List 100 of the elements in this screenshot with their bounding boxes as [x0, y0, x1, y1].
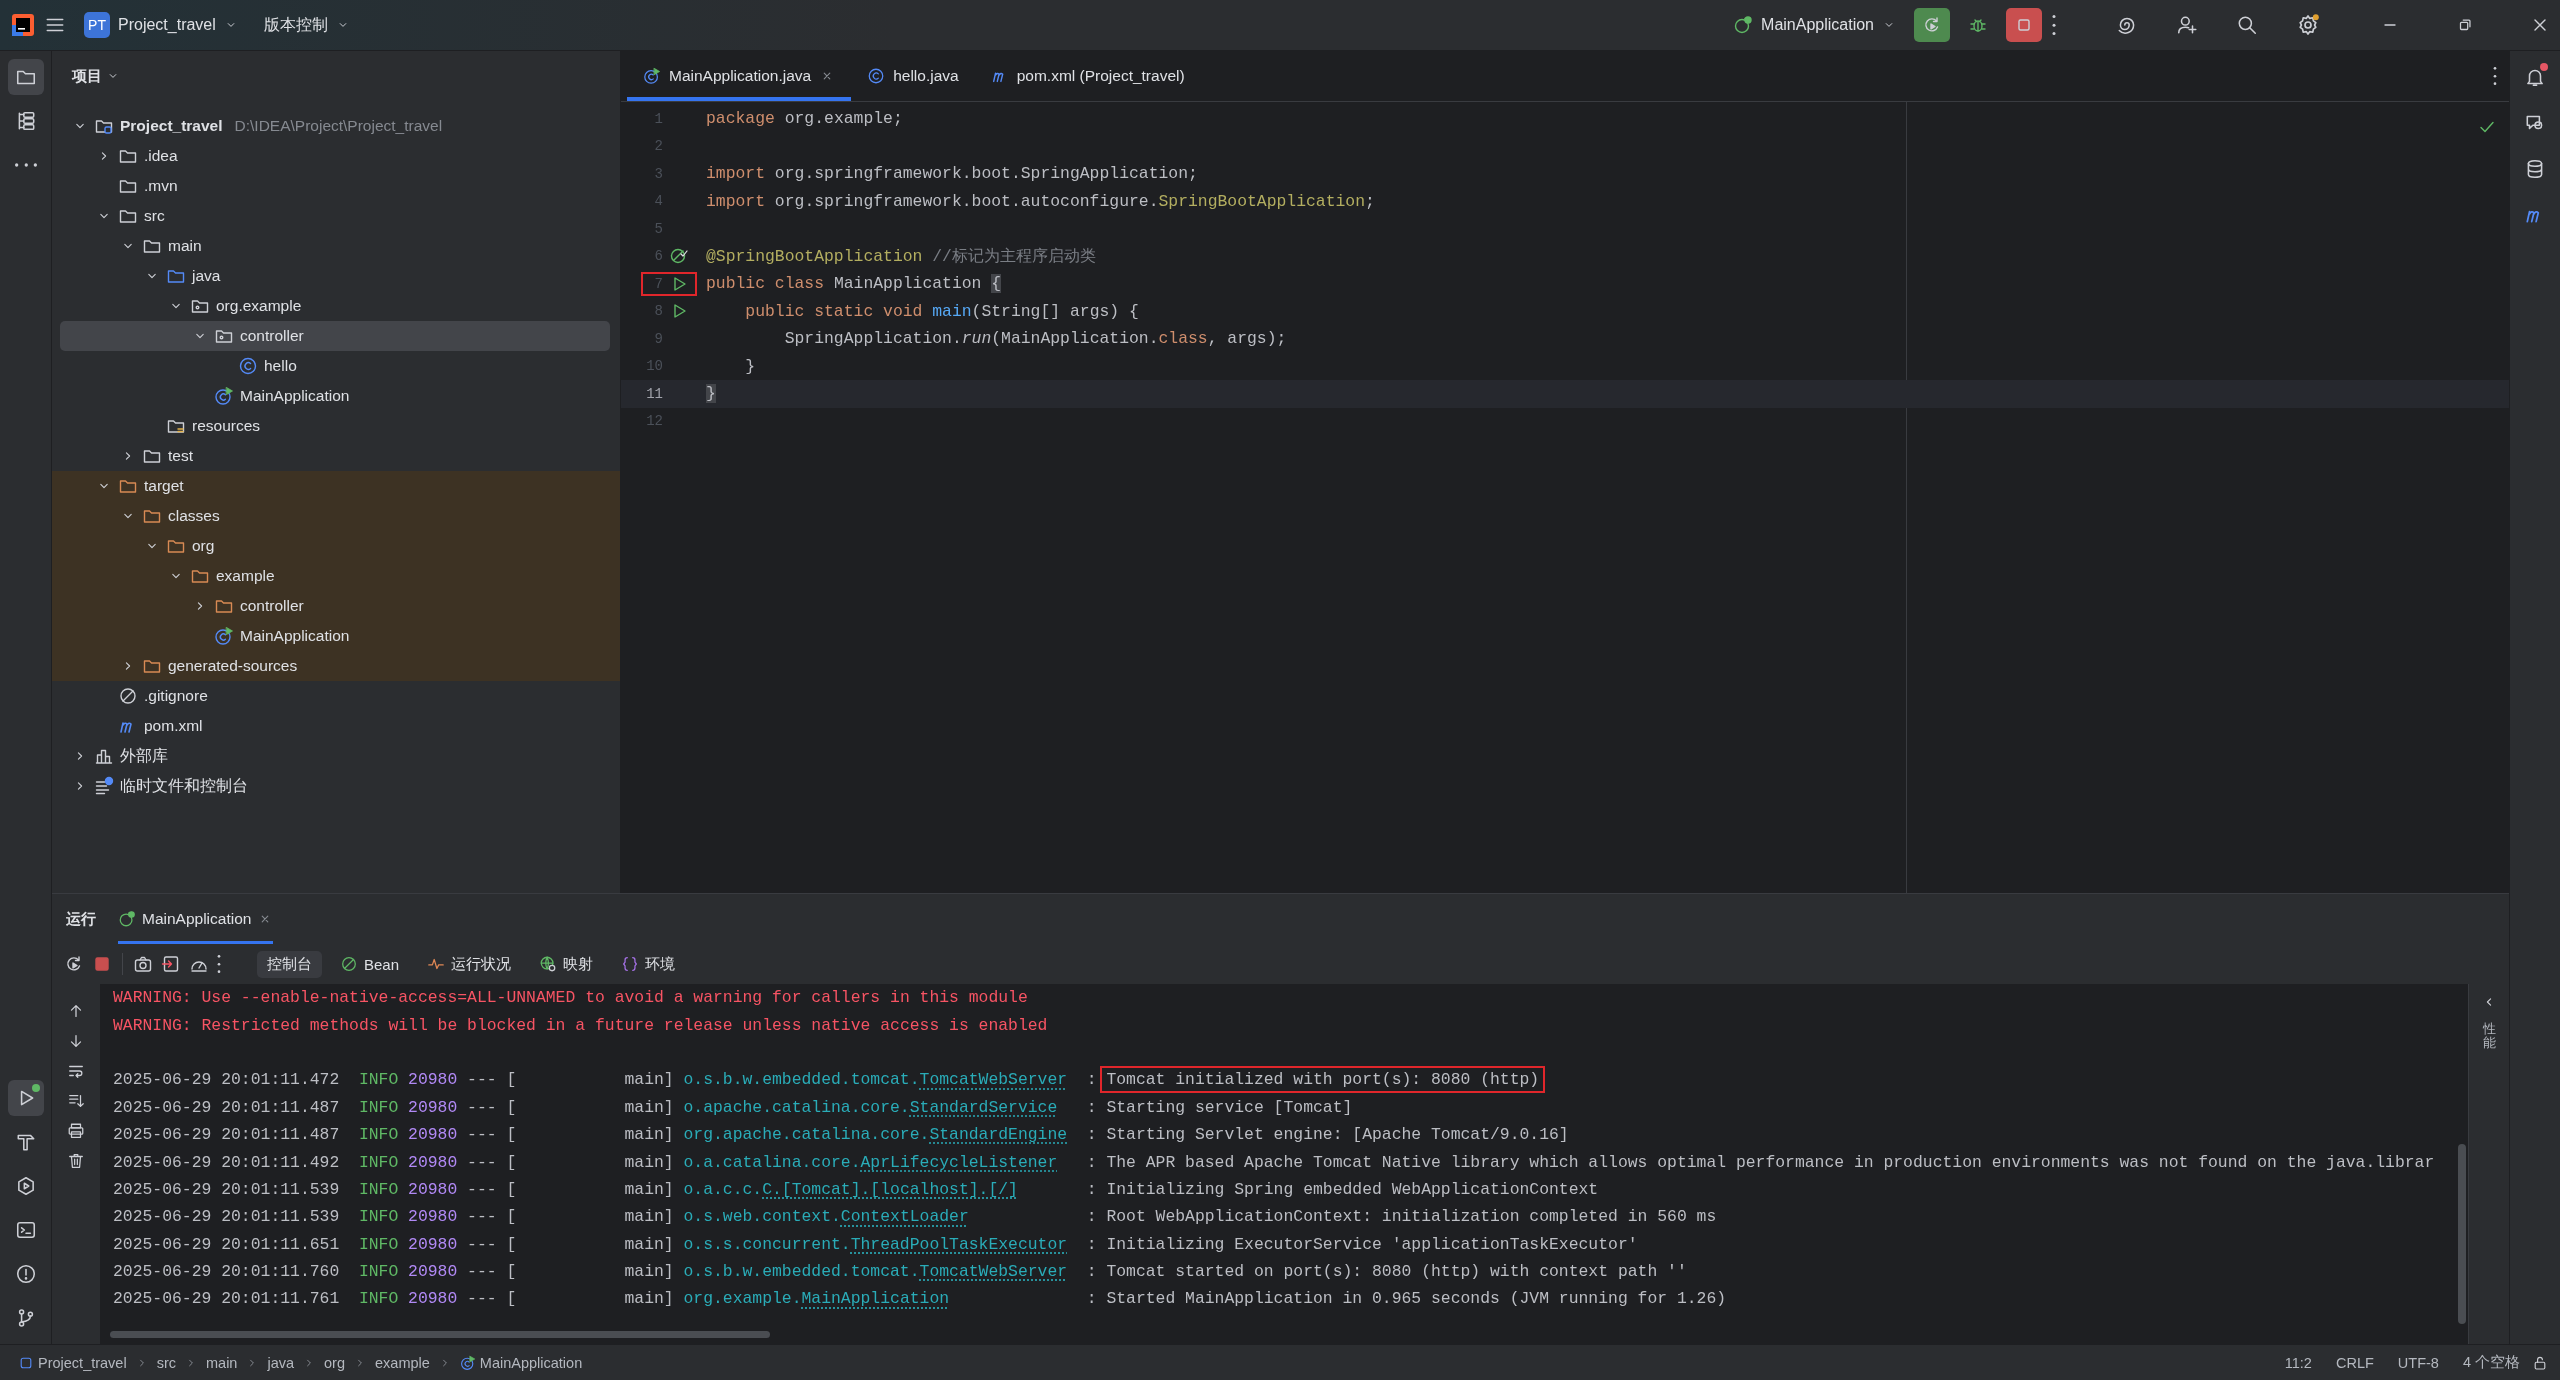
view-tab[interactable]: 环境 [611, 950, 686, 978]
run-tab[interactable]: MainApplication [118, 894, 274, 944]
view-tab[interactable]: 运行状况 [417, 950, 522, 978]
app-logo[interactable] [12, 14, 34, 36]
tree-item[interactable]: example [60, 561, 610, 591]
status-item[interactable]: UTF-8 [2385, 1352, 2451, 1373]
log-time: 2025-06-29 20:01:11.487 [113, 1097, 341, 1117]
log-time: 2025-06-29 20:01:11.472 [113, 1070, 341, 1090]
view-tab[interactable]: Bean [330, 951, 410, 977]
view-tab[interactable]: 映射 [529, 950, 604, 978]
logger-class-link[interactable]: C.[Tomcat].[localhost].[/] [762, 1179, 1018, 1199]
tree-item[interactable]: target [60, 471, 610, 501]
logger-package: o.s.b.w.embedded.tomcat. [683, 1070, 920, 1090]
print-icon[interactable] [67, 1122, 85, 1140]
tool-window-button[interactable] [7, 59, 44, 95]
lock-icon[interactable] [2532, 1354, 2548, 1371]
status-item[interactable]: CRLF [2323, 1352, 2386, 1373]
tree-item[interactable]: generated-sources [60, 651, 610, 681]
tree-item[interactable]: src [60, 201, 610, 231]
stop-icon[interactable] [92, 954, 112, 974]
breadcrumb[interactable]: org [320, 1352, 349, 1373]
log-message: Tomcat initialized with port(s): 8080 (http) [1100, 1066, 1546, 1094]
stop-button[interactable] [2006, 8, 2042, 42]
tree-item[interactable]: test [60, 441, 610, 471]
log-separator: : [1086, 1234, 1098, 1254]
camera-icon[interactable] [133, 954, 153, 974]
log-message: Root WebApplicationContext: initialization completed in 560 ms [1105, 1206, 1718, 1229]
project-panel-title[interactable]: 项目 [66, 62, 126, 90]
tree-item[interactable]: org [60, 531, 610, 561]
run-config-selector[interactable]: MainApplication [1725, 9, 1904, 41]
code-line: import org.springframework.boot.SpringApplication; [706, 164, 1198, 184]
logger-class-link[interactable]: AprLifecycleListener [860, 1152, 1058, 1172]
logger-class-link[interactable]: MainApplication [801, 1289, 950, 1309]
status-item[interactable]: 4 个空格 [2450, 1351, 2532, 1374]
more-icon[interactable] [217, 955, 221, 973]
more-icon[interactable] [2493, 67, 2497, 85]
tree-item[interactable]: classes [60, 501, 610, 531]
log-time: 2025-06-29 20:01:11.651 [113, 1234, 341, 1254]
logger-class-link[interactable]: ThreadPoolTaskExecutor [850, 1234, 1068, 1254]
logger-class-link[interactable]: ContextLoader [840, 1207, 969, 1227]
project-switcher[interactable]: PT Project_travel [76, 6, 246, 44]
tree-item[interactable]: org.example [60, 291, 610, 321]
log-message: Tomcat started on port(s): 8080 (http) with context path '' [1105, 1261, 1688, 1284]
tree-item[interactable]: MainApplication [60, 381, 610, 411]
tree-item[interactable]: MainApplication [60, 621, 610, 651]
log-pid: 20980 [408, 1234, 459, 1254]
breadcrumb[interactable]: Project_travel [14, 1352, 131, 1373]
logger-package: o.s.web.context. [683, 1207, 841, 1227]
log-level: INFO [358, 1179, 400, 1199]
scroll-to-end-icon[interactable] [67, 1092, 85, 1110]
settings-icon[interactable] [2296, 13, 2320, 37]
logger-class-link[interactable]: StandardService [909, 1097, 1058, 1117]
log-separator: : [1086, 1070, 1098, 1090]
tool-window-button[interactable] [7, 1080, 44, 1116]
editor-tab[interactable]: hello.java [851, 51, 975, 101]
class-icon [238, 356, 258, 376]
tree-item[interactable]: .gitignore [60, 681, 610, 711]
tree-item[interactable]: main [60, 231, 610, 261]
log-thread: --- [ main] [467, 1125, 675, 1145]
breadcrumb[interactable]: java [263, 1352, 299, 1373]
tree-item[interactable]: resources [60, 411, 610, 441]
add-user-icon[interactable] [2176, 14, 2198, 36]
log-message: Starting Servlet engine: [Apache Tomcat/9.0.16] [1105, 1124, 1570, 1147]
log-pid: 20980 [408, 1070, 459, 1090]
breadcrumb[interactable]: MainApplication [455, 1352, 587, 1373]
tree-item[interactable]: hello [60, 351, 610, 381]
log-level: INFO [358, 1207, 400, 1227]
exit-icon[interactable] [161, 954, 181, 974]
tree-item[interactable]: controller [60, 591, 610, 621]
more-icon[interactable] [2052, 15, 2056, 35]
log-time: 2025-06-29 20:01:11.539 [113, 1207, 341, 1227]
breadcrumb[interactable]: example [371, 1352, 434, 1373]
trash-icon[interactable] [67, 1152, 85, 1170]
tree-item[interactable]: .mvn [60, 171, 610, 201]
tree-item[interactable]: java [60, 261, 610, 291]
tree-item[interactable]: pom.xml [60, 711, 610, 741]
tree-item[interactable]: .idea [60, 141, 610, 171]
side-tab[interactable]: 性能 [2482, 1022, 2496, 1051]
log-message: Initializing Spring embedded WebApplicationContext [1105, 1178, 1600, 1201]
vcs-menu[interactable]: 版本控制 [255, 8, 358, 42]
log-level: INFO [358, 1125, 400, 1145]
status-item[interactable]: 11:2 [2272, 1352, 2324, 1373]
logger-package: o.apache.catalina.core. [683, 1097, 910, 1117]
editor-tab[interactable]: pom.xml (Project_travel) [974, 51, 1201, 101]
vertical-scrollbar[interactable] [2458, 1144, 2466, 1324]
logger-class-link[interactable]: StandardEngine [929, 1125, 1068, 1145]
project-path: D:\IDEA\Project\Project_travel [234, 117, 443, 135]
tree-item[interactable]: controller [60, 321, 610, 351]
breadcrumb[interactable]: src [152, 1352, 180, 1373]
tree-item[interactable]: 外部库 [60, 741, 610, 771]
tree-item[interactable]: Project_travel D:\IDEA\Project\Project_travel [60, 111, 610, 141]
view-tab[interactable]: 控制台 [257, 950, 322, 978]
horizontal-scrollbar[interactable] [110, 1331, 770, 1338]
tree-item[interactable]: 临时文件和控制台 [60, 771, 610, 801]
panel-title: 运行 [66, 909, 96, 929]
rerun-button[interactable] [1914, 8, 1950, 42]
logger-class-link[interactable]: TomcatWebServer [919, 1070, 1068, 1090]
logger-class-link[interactable]: TomcatWebServer [919, 1262, 1068, 1282]
breadcrumb[interactable]: main [202, 1352, 242, 1373]
search-icon[interactable] [2236, 14, 2258, 36]
